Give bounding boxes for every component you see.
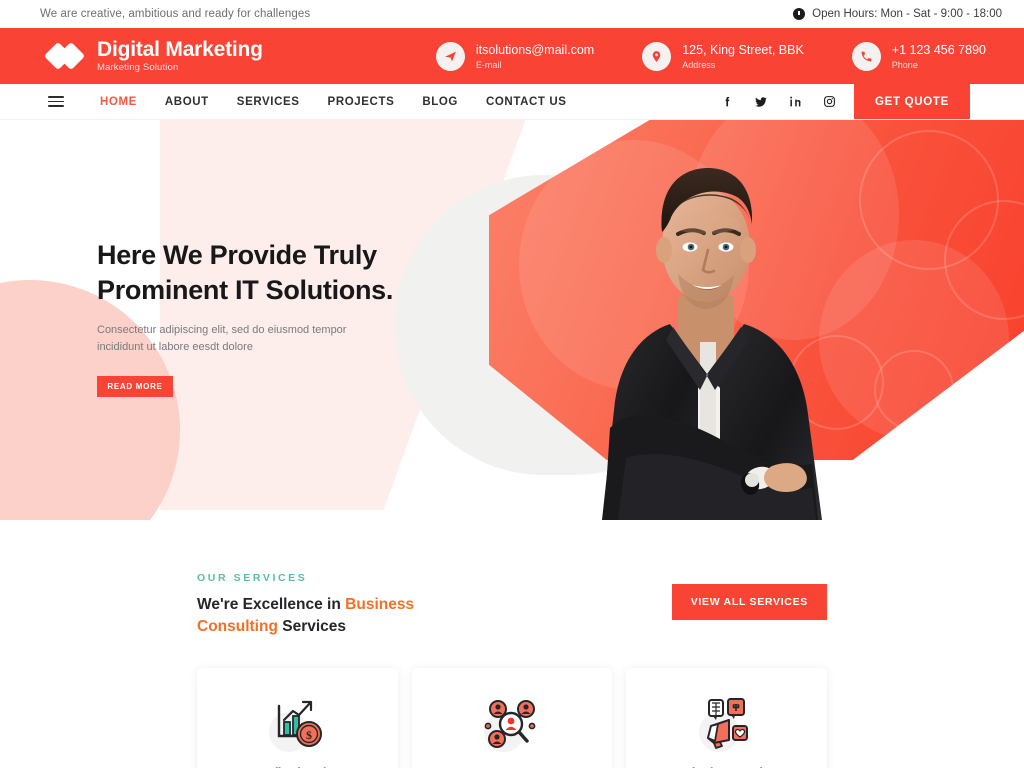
clock-icon bbox=[793, 8, 806, 20]
nav-item-home[interactable]: HOME bbox=[86, 84, 151, 120]
hero-copy: Here We Provide Truly Prominent IT Solut… bbox=[97, 238, 497, 398]
services-section: OUR SERVICES We're Excellence in Busines… bbox=[0, 520, 1024, 768]
tagline-text: We are creative, ambitious and ready for… bbox=[40, 8, 311, 20]
get-quote-button[interactable]: GET QUOTE bbox=[854, 84, 970, 119]
service-card-marketing-services[interactable]: Marketing Services Consectetur adipiscin… bbox=[626, 668, 828, 768]
contact-address[interactable]: 125, King Street, BBK Address bbox=[642, 41, 804, 72]
linkedin-icon[interactable] bbox=[778, 84, 812, 120]
hamburger-menu-icon[interactable] bbox=[48, 96, 64, 107]
contact-phone[interactable]: +1 123 456 7890 Phone bbox=[851, 41, 986, 72]
hero-heading-line-1: Here We Provide Truly bbox=[97, 240, 377, 270]
services-title-part2: Services bbox=[277, 618, 347, 635]
view-all-services-button[interactable]: VIEW ALL SERVICES bbox=[671, 584, 827, 620]
contact-address-value: 125, King Street, BBK bbox=[682, 42, 804, 57]
nav-item-projects[interactable]: PROJECTS bbox=[314, 84, 409, 120]
hero-section: Here We Provide Truly Prominent IT Solut… bbox=[0, 120, 1024, 520]
services-title: We're Excellence in Business Consulting … bbox=[197, 594, 437, 638]
nav-item-about[interactable]: ABOUT bbox=[151, 84, 223, 120]
brand-name: Digital Marketing bbox=[97, 37, 263, 61]
contact-email-value: itsolutions@mail.com bbox=[475, 42, 595, 57]
open-hours-block: Open Hours: Mon - Sat - 9:00 - 18:00 bbox=[793, 8, 1002, 20]
service-card-human-resources[interactable]: Human Resources Consectetur adipiscing e… bbox=[411, 668, 613, 768]
people-search-network-icon bbox=[480, 696, 544, 752]
nav-item-contact-us[interactable]: CONTACT US bbox=[472, 84, 581, 120]
service-card-list: $ Profit Planning Consectetur adipiscing… bbox=[0, 638, 1024, 768]
svg-text:$: $ bbox=[306, 728, 312, 742]
twitter-icon[interactable] bbox=[744, 84, 778, 120]
nav-item-blog[interactable]: BLOG bbox=[408, 84, 472, 120]
contact-phone-label: Phone bbox=[891, 59, 918, 70]
top-info-bar: We are creative, ambitious and ready for… bbox=[0, 0, 1024, 28]
site-header: Digital Marketing Marketing Solution its… bbox=[0, 28, 1024, 84]
phone-icon bbox=[851, 41, 881, 71]
header-contacts: itsolutions@mail.com E-mail 125, King St… bbox=[435, 41, 1000, 72]
growth-chart-dollar-icon: $ bbox=[265, 696, 329, 752]
contact-email-label: E-mail bbox=[475, 59, 502, 70]
hero-paragraph: Consectetur adipiscing elit, sed do eius… bbox=[97, 324, 347, 354]
services-title-part1: We're Excellence in bbox=[197, 596, 346, 613]
contact-phone-value: +1 123 456 7890 bbox=[891, 42, 986, 57]
double-diamond-logo-icon bbox=[43, 39, 86, 73]
map-pin-icon bbox=[642, 41, 672, 71]
read-more-button[interactable]: READ MORE bbox=[97, 376, 173, 398]
facebook-icon[interactable] bbox=[710, 84, 744, 120]
main-navigation: HOME ABOUT SERVICES PROJECTS BLOG CONTAC… bbox=[0, 84, 1024, 120]
instagram-icon[interactable] bbox=[812, 84, 846, 120]
service-card-profit-planning[interactable]: $ Profit Planning Consectetur adipiscing… bbox=[197, 668, 398, 768]
megaphone-social-icon bbox=[695, 696, 759, 752]
brand-tagline: Marketing Solution bbox=[97, 62, 179, 74]
open-hours-text: Open Hours: Mon - Sat - 9:00 - 18:00 bbox=[812, 8, 1002, 20]
social-links bbox=[710, 84, 854, 119]
businessman-photo bbox=[574, 128, 844, 520]
services-eyebrow: OUR SERVICES bbox=[197, 572, 308, 584]
nav-item-services[interactable]: SERVICES bbox=[223, 84, 314, 120]
paper-plane-icon bbox=[435, 41, 465, 71]
hero-heading-line-2: Prominent IT Solutions. bbox=[97, 274, 394, 305]
contact-email[interactable]: itsolutions@mail.com E-mail bbox=[435, 41, 595, 72]
brand-logo[interactable]: Digital Marketing Marketing Solution bbox=[43, 37, 263, 74]
contact-address-label: Address bbox=[682, 59, 716, 70]
